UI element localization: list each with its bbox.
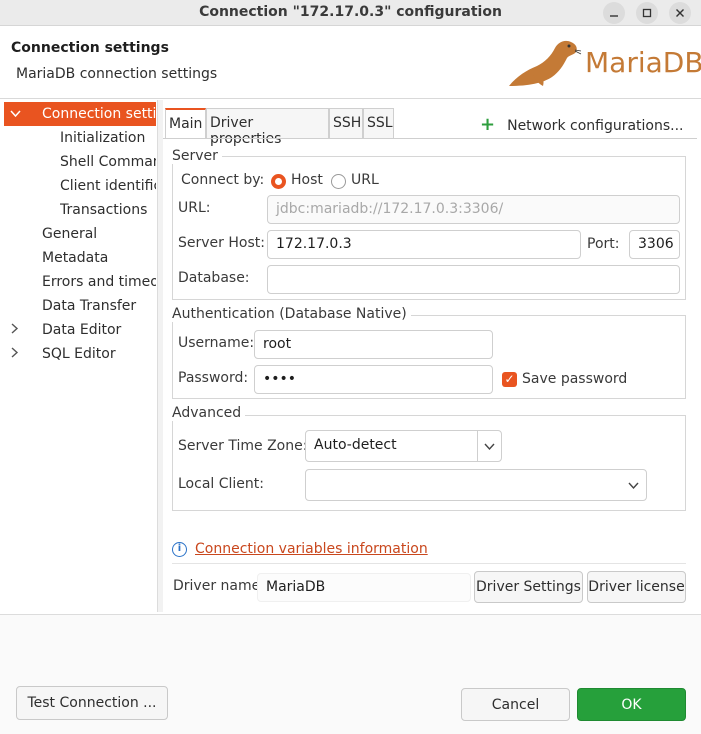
header-divider (0, 98, 701, 99)
chevron-right-icon[interactable] (11, 347, 19, 358)
tab-label: Main (169, 116, 203, 132)
tab-ssh[interactable]: SSH (329, 108, 363, 138)
tab-label: SSH (333, 115, 362, 131)
save-password-label[interactable]: Save password (522, 371, 627, 387)
seal-icon (509, 40, 582, 86)
tree-item-client-identification[interactable]: Client identification (60, 174, 156, 198)
tab-ssl[interactable]: SSL (363, 108, 394, 138)
tab-driver-properties[interactable]: Driver properties (206, 108, 329, 147)
chevron-right-icon[interactable] (11, 323, 19, 334)
username-label: Username: (178, 335, 255, 351)
tree-item-label: Shell Commands (60, 154, 156, 170)
ok-button[interactable]: OK (577, 688, 686, 721)
tree-item-label: Initialization (60, 130, 146, 146)
url-radio[interactable] (331, 174, 346, 189)
tree-item-connection-settings[interactable]: Connection settings (4, 102, 156, 126)
server-host-field[interactable]: 172.17.0.3 (267, 230, 581, 259)
combo-divider (477, 431, 478, 461)
driver-divider (172, 563, 686, 564)
tree-item-label: Data Transfer (42, 298, 137, 314)
database-label: Database: (178, 270, 250, 286)
driver-name-label: Driver name: (173, 578, 265, 594)
test-connection-button[interactable]: Test Connection ... (16, 686, 168, 720)
tab-main[interactable]: Main (165, 108, 206, 138)
chevron-down-icon[interactable] (10, 110, 21, 118)
tree-item-label: Transactions (60, 202, 148, 218)
settings-tree[interactable]: Connection settings Initialization Shell… (4, 100, 156, 612)
tab-label: Driver properties (210, 115, 282, 147)
tree-item-label: Metadata (42, 250, 109, 266)
tree-item-label: Client identification (60, 178, 156, 194)
tree-item-metadata[interactable]: Metadata (42, 246, 156, 270)
tree-item-sql-editor[interactable]: SQL Editor (42, 342, 156, 366)
tree-item-initialization[interactable]: Initialization (60, 126, 156, 150)
cancel-button[interactable]: Cancel (461, 688, 570, 721)
tree-item-label: SQL Editor (42, 346, 116, 362)
chevron-down-icon[interactable] (628, 482, 639, 490)
url-field[interactable]: jdbc:mariadb://172.17.0.3:3306/ (267, 195, 680, 224)
password-label: Password: (178, 370, 249, 386)
tree-item-label: Errors and timeouts (42, 274, 156, 290)
driver-name-field: MariaDB (257, 573, 471, 602)
tree-item-errors-timeouts[interactable]: Errors and timeouts (42, 270, 156, 294)
connection-variables-link[interactable]: Connection variables information (195, 541, 428, 557)
window-title: Connection "172.17.0.3" configuration (199, 4, 502, 20)
server-time-zone-select[interactable]: Auto-detect (305, 430, 502, 462)
tree-item-data-editor[interactable]: Data Editor (42, 318, 156, 342)
tree-item-label: General (42, 226, 98, 242)
network-configurations-button[interactable]: + Network configurations... (480, 114, 684, 135)
advanced-group-label: Advanced (172, 405, 246, 421)
password-field[interactable]: •••• (254, 365, 493, 394)
authentication-group-label: Authentication (Database Native) (172, 306, 411, 322)
host-radio[interactable] (271, 174, 286, 189)
url-label: URL: (178, 200, 211, 216)
server-group-label: Server (172, 148, 222, 164)
url-radio-label[interactable]: URL (351, 172, 379, 188)
port-field[interactable]: 3306 (629, 230, 680, 259)
maximize-icon[interactable] (636, 2, 658, 24)
local-client-select[interactable] (305, 469, 647, 501)
splitter[interactable] (157, 100, 163, 612)
connect-by-label: Connect by: (181, 172, 265, 188)
driver-license-button[interactable]: Driver license (587, 571, 686, 603)
close-icon[interactable] (669, 2, 691, 24)
local-client-label: Local Client: (178, 476, 264, 492)
server-time-zone-value: Auto-detect (314, 437, 397, 453)
tree-item-transactions[interactable]: Transactions (60, 198, 156, 222)
page-subtitle: MariaDB connection settings (16, 66, 218, 82)
tree-item-label: Data Editor (42, 322, 122, 338)
tree-item-shell-commands[interactable]: Shell Commands (60, 150, 156, 174)
tree-item-label: Connection settings (42, 106, 156, 122)
host-radio-label[interactable]: Host (291, 172, 323, 188)
network-configurations-label: Network configurations... (507, 118, 684, 134)
tab-underline (163, 138, 697, 139)
minimize-icon[interactable] (603, 2, 625, 24)
mariadb-logo: MariaDB (505, 32, 701, 94)
page-title: Connection settings (11, 40, 169, 56)
tree-item-general[interactable]: General (42, 222, 156, 246)
port-label: Port: (587, 236, 620, 252)
chevron-down-icon[interactable] (484, 443, 495, 451)
logo-text: MariaDB (585, 46, 701, 79)
window-titlebar[interactable]: Connection "172.17.0.3" configuration (0, 0, 701, 26)
tree-item-data-transfer[interactable]: Data Transfer (42, 294, 156, 318)
server-host-label: Server Host: (178, 235, 265, 251)
server-time-zone-label: Server Time Zone: (178, 438, 308, 454)
username-field[interactable]: root (254, 330, 493, 359)
plus-icon: + (480, 114, 496, 135)
database-field[interactable] (267, 265, 680, 294)
info-icon: i (172, 542, 187, 557)
driver-settings-button[interactable]: Driver Settings (474, 571, 583, 603)
save-password-checkbox[interactable]: ✓ (502, 372, 517, 387)
tab-label: SSL (367, 115, 393, 131)
